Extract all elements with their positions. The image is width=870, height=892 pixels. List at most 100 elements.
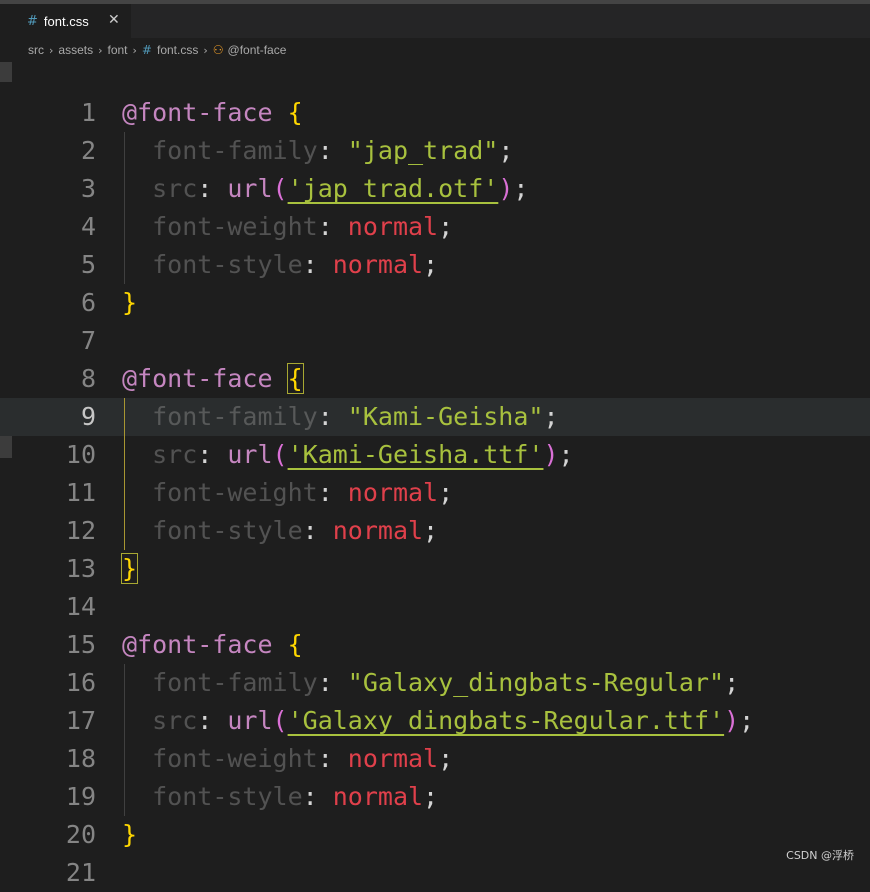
code-token: font-family [152,668,318,697]
code-line[interactable]: 5 font-style: normal; [0,246,870,284]
code-token: src [152,174,198,203]
code-line[interactable]: 16 font-family: "Galaxy_dingbats-Regular… [0,664,870,702]
code-token: ; [724,668,740,697]
code-line[interactable]: 8 @font-face { [0,360,870,398]
code-text: font-style: normal; [122,778,438,816]
breadcrumb-item-assets[interactable]: assets [58,43,93,57]
code-line[interactable]: 3 src: url('jap_trad.otf'); [0,170,870,208]
breadcrumb-item-symbol[interactable]: @font-face [228,43,287,57]
line-number: 19 [65,782,96,811]
line-number: 8 [80,364,96,393]
code-token: ; [423,782,439,811]
code-text: src: url('jap_trad.otf'); [122,170,528,208]
code-line[interactable]: 9 font-family: "Kami-Geisha"; [0,398,870,436]
code-line[interactable]: 4 font-weight: normal; [0,208,870,246]
line-number: 3 [80,174,96,203]
code-text: font-family: "Galaxy_dingbats-Regular"; [122,664,739,702]
code-token: : [302,782,333,811]
code-token: : [302,250,333,279]
code-line[interactable]: 15 @font-face { [0,626,870,664]
tab-strip: # font.css ✕ [0,4,870,38]
code-token: : [317,668,348,697]
code-line[interactable]: 17 src: url('Galaxy_dingbats-Regular.ttf… [0,702,870,740]
code-token: } [120,553,139,584]
code-line[interactable]: 10 src: url('Kami-Geisha.ttf'); [0,436,870,474]
code-text: @font-face { [122,626,303,664]
chevron-right-icon: › [203,43,208,57]
code-line[interactable]: 11 font-weight: normal; [0,474,870,512]
code-token: ; [423,250,439,279]
indent-guide [124,398,125,550]
code-token: : [197,174,228,203]
code-token: 'jap_trad.otf' [287,174,499,203]
code-token: "Kami-Geisha" [347,402,544,431]
code-token: ; [438,744,454,773]
code-text: font-family: "Kami-Geisha"; [122,398,558,436]
line-number: 14 [65,592,96,621]
code-line[interactable]: 20} [0,816,870,854]
code-token: ; [513,174,529,203]
code-line[interactable]: 12 font-style: normal; [0,512,870,550]
code-token: "Galaxy_dingbats-Regular" [347,668,725,697]
code-token: normal [347,212,439,241]
code-line[interactable]: 1 @font-face { [0,94,870,132]
breadcrumb-item-src[interactable]: src [28,43,44,57]
code-token: ( [272,440,288,469]
tab-label: font.css [43,13,89,29]
line-number: 16 [65,668,96,697]
line-number: 18 [65,744,96,773]
close-icon[interactable]: ✕ [108,12,120,28]
code-token: normal [332,782,424,811]
line-number: 15 [65,630,96,659]
code-line[interactable]: 18 font-weight: normal; [0,740,870,778]
code-token: : [317,744,348,773]
chevron-right-icon: › [49,43,54,57]
line-number: 11 [65,478,96,507]
line-number: 17 [65,706,96,735]
code-token: ; [498,136,514,165]
code-token: font-family [152,402,318,431]
indent-guide [124,664,125,816]
line-number: 20 [65,820,96,849]
code-line[interactable]: 2 font-family: "jap_trad"; [0,132,870,170]
code-text: font-weight: normal; [122,208,453,246]
code-token: font-family [152,136,318,165]
code-token: url [227,440,273,469]
code-token: ) [543,440,559,469]
code-token: : [317,136,348,165]
code-line[interactable]: 21 [0,854,870,892]
code-line[interactable]: 7 [0,322,870,360]
line-number: 10 [65,440,96,469]
code-text: } [122,816,137,854]
code-line[interactable]: 19 font-style: normal; [0,778,870,816]
chevron-right-icon: › [132,43,137,57]
tab-font-css[interactable]: # font.css ✕ [0,4,132,38]
code-token: { [286,363,304,394]
code-token: font-style [152,782,303,811]
code-token: normal [347,478,439,507]
breadcrumb-item-font[interactable]: font [108,43,128,57]
code-token: ( [272,174,288,203]
code-line[interactable]: 14 [0,588,870,626]
code-token: 'Kami-Geisha.ttf' [287,440,544,469]
code-text: font-style: normal; [122,512,438,550]
code-token: ; [438,212,454,241]
code-token: font-weight [152,212,318,241]
code-line[interactable]: 6} [0,284,870,322]
code-token: font-style [152,250,303,279]
breadcrumb-item-file[interactable]: font.css [157,43,198,57]
breadcrumb: src › assets › font › # font.css › ⚇ @fo… [0,38,870,62]
code-editor[interactable]: 1 @font-face {2 font-family: "jap_trad"; 3… [0,94,870,887]
code-text: @font-face { [122,360,304,398]
code-text: } [120,550,139,588]
code-line[interactable]: 13} [0,550,870,588]
code-token: src [152,706,198,735]
